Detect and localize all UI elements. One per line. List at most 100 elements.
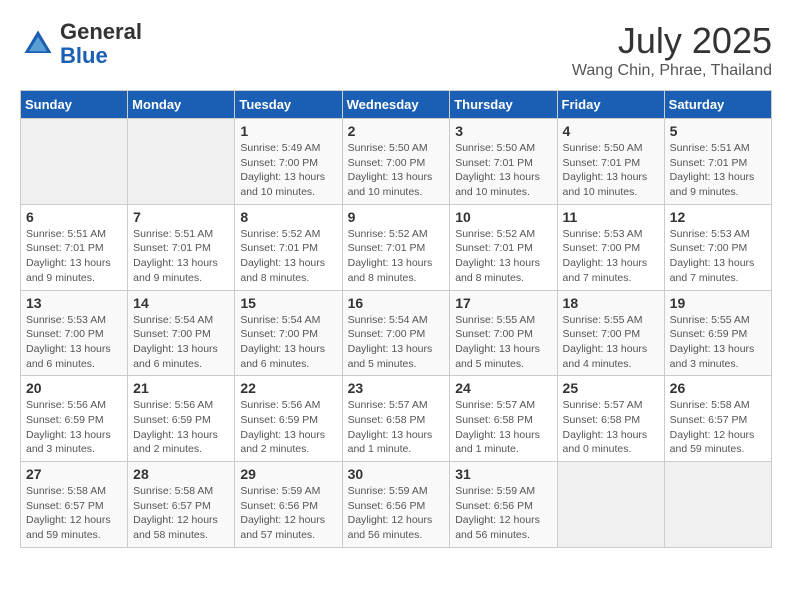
day-number: 29: [240, 466, 336, 482]
day-number: 27: [26, 466, 122, 482]
calendar-cell: 21Sunrise: 5:56 AM Sunset: 6:59 PM Dayli…: [128, 376, 235, 462]
location-title: Wang Chin, Phrae, Thailand: [572, 62, 772, 80]
day-info: Sunrise: 5:59 AM Sunset: 6:56 PM Dayligh…: [455, 484, 551, 543]
day-number: 26: [670, 380, 766, 396]
weekday-sunday: Sunday: [21, 91, 128, 119]
weekday-monday: Monday: [128, 91, 235, 119]
day-number: 15: [240, 295, 336, 311]
day-number: 1: [240, 123, 336, 139]
weekday-wednesday: Wednesday: [342, 91, 450, 119]
calendar-week-2: 6 Sunrise: 5:51 AM Sunset: 7:01 PM Daylig…: [21, 204, 772, 290]
day-info: Sunrise: 5:50 AM Sunset: 7:01 PM Dayligh…: [563, 141, 659, 200]
day-number: 14: [133, 295, 229, 311]
day-info: Sunrise: 5:53 AM Sunset: 7:00 PM Dayligh…: [563, 227, 659, 286]
calendar-cell: 26Sunrise: 5:58 AM Sunset: 6:57 PM Dayli…: [664, 376, 771, 462]
calendar-cell: 24 Sunrise: 5:57 AM Sunset: 6:58 PM Dayli…: [450, 376, 557, 462]
calendar-cell: 27Sunrise: 5:58 AM Sunset: 6:57 PM Dayli…: [21, 462, 128, 548]
day-info: Sunrise: 5:56 AM Sunset: 6:59 PM Dayligh…: [240, 398, 336, 457]
day-number: 11: [563, 209, 659, 225]
day-number: 31: [455, 466, 551, 482]
day-number: 25: [563, 380, 659, 396]
weekday-tuesday: Tuesday: [235, 91, 342, 119]
calendar-cell: 1 Sunrise: 5:49 AM Sunset: 7:00 PM Daylig…: [235, 119, 342, 205]
day-info: Sunrise: 5:56 AM Sunset: 6:59 PM Dayligh…: [26, 398, 122, 457]
day-info: Sunrise: 5:49 AM Sunset: 7:00 PM Dayligh…: [240, 141, 336, 200]
day-number: 2: [348, 123, 445, 139]
calendar-table: SundayMondayTuesdayWednesdayThursdayFrid…: [20, 90, 772, 548]
day-info: Sunrise: 5:58 AM Sunset: 6:57 PM Dayligh…: [133, 484, 229, 543]
calendar-cell: 4 Sunrise: 5:50 AM Sunset: 7:01 PM Daylig…: [557, 119, 664, 205]
day-info: Sunrise: 5:57 AM Sunset: 6:58 PM Dayligh…: [455, 398, 551, 457]
logo: General Blue: [20, 20, 142, 68]
weekday-thursday: Thursday: [450, 91, 557, 119]
day-info: Sunrise: 5:54 AM Sunset: 7:00 PM Dayligh…: [240, 313, 336, 372]
calendar-cell: [128, 119, 235, 205]
logo-blue: Blue: [60, 43, 108, 68]
day-info: Sunrise: 5:57 AM Sunset: 6:58 PM Dayligh…: [348, 398, 445, 457]
weekday-saturday: Saturday: [664, 91, 771, 119]
calendar-cell: 5 Sunrise: 5:51 AM Sunset: 7:01 PM Daylig…: [664, 119, 771, 205]
weekday-friday: Friday: [557, 91, 664, 119]
day-number: 7: [133, 209, 229, 225]
calendar-cell: 28 Sunrise: 5:58 AM Sunset: 6:57 PM Dayli…: [128, 462, 235, 548]
day-info: Sunrise: 5:55 AM Sunset: 7:00 PM Dayligh…: [455, 313, 551, 372]
day-number: 18: [563, 295, 659, 311]
calendar-cell: 9Sunrise: 5:52 AM Sunset: 7:01 PM Daylig…: [342, 204, 450, 290]
day-info: Sunrise: 5:50 AM Sunset: 7:00 PM Dayligh…: [348, 141, 445, 200]
day-number: 19: [670, 295, 766, 311]
calendar-week-1: 1 Sunrise: 5:49 AM Sunset: 7:00 PM Daylig…: [21, 119, 772, 205]
day-info: Sunrise: 5:52 AM Sunset: 7:01 PM Dayligh…: [348, 227, 445, 286]
weekday-header-row: SundayMondayTuesdayWednesdayThursdayFrid…: [21, 91, 772, 119]
day-info: Sunrise: 5:50 AM Sunset: 7:01 PM Dayligh…: [455, 141, 551, 200]
calendar-cell: 17 Sunrise: 5:55 AM Sunset: 7:00 PM Dayli…: [450, 290, 557, 376]
day-info: Sunrise: 5:59 AM Sunset: 6:56 PM Dayligh…: [348, 484, 445, 543]
calendar-cell: 19Sunrise: 5:55 AM Sunset: 6:59 PM Dayli…: [664, 290, 771, 376]
day-number: 12: [670, 209, 766, 225]
day-number: 13: [26, 295, 122, 311]
logo-icon: [20, 26, 56, 62]
day-number: 8: [240, 209, 336, 225]
day-info: Sunrise: 5:51 AM Sunset: 7:01 PM Dayligh…: [670, 141, 766, 200]
calendar-cell: 12 Sunrise: 5:53 AM Sunset: 7:00 PM Dayli…: [664, 204, 771, 290]
calendar-cell: 16 Sunrise: 5:54 AM Sunset: 7:00 PM Dayli…: [342, 290, 450, 376]
day-info: Sunrise: 5:59 AM Sunset: 6:56 PM Dayligh…: [240, 484, 336, 543]
calendar-cell: 18Sunrise: 5:55 AM Sunset: 7:00 PM Dayli…: [557, 290, 664, 376]
calendar-cell: 30 Sunrise: 5:59 AM Sunset: 6:56 PM Dayli…: [342, 462, 450, 548]
calendar-cell: [557, 462, 664, 548]
day-number: 30: [348, 466, 445, 482]
calendar-week-3: 13 Sunrise: 5:53 AM Sunset: 7:00 PM Dayli…: [21, 290, 772, 376]
calendar-cell: 2 Sunrise: 5:50 AM Sunset: 7:00 PM Daylig…: [342, 119, 450, 205]
day-number: 24: [455, 380, 551, 396]
day-info: Sunrise: 5:57 AM Sunset: 6:58 PM Dayligh…: [563, 398, 659, 457]
calendar-cell: 6Sunrise: 5:51 AM Sunset: 7:01 PM Daylig…: [21, 204, 128, 290]
day-number: 16: [348, 295, 445, 311]
calendar-cell: 29 Sunrise: 5:59 AM Sunset: 6:56 PM Dayli…: [235, 462, 342, 548]
calendar-week-4: 20Sunrise: 5:56 AM Sunset: 6:59 PM Dayli…: [21, 376, 772, 462]
day-number: 17: [455, 295, 551, 311]
calendar-cell: 31 Sunrise: 5:59 AM Sunset: 6:56 PM Dayli…: [450, 462, 557, 548]
calendar-cell: 3 Sunrise: 5:50 AM Sunset: 7:01 PM Daylig…: [450, 119, 557, 205]
calendar-cell: [664, 462, 771, 548]
calendar-cell: 10Sunrise: 5:52 AM Sunset: 7:01 PM Dayli…: [450, 204, 557, 290]
day-info: Sunrise: 5:51 AM Sunset: 7:01 PM Dayligh…: [133, 227, 229, 286]
calendar-cell: 8 Sunrise: 5:52 AM Sunset: 7:01 PM Daylig…: [235, 204, 342, 290]
logo-text: General Blue: [60, 20, 142, 68]
calendar-cell: 23Sunrise: 5:57 AM Sunset: 6:58 PM Dayli…: [342, 376, 450, 462]
day-number: 6: [26, 209, 122, 225]
day-info: Sunrise: 5:53 AM Sunset: 7:00 PM Dayligh…: [670, 227, 766, 286]
day-number: 3: [455, 123, 551, 139]
day-info: Sunrise: 5:53 AM Sunset: 7:00 PM Dayligh…: [26, 313, 122, 372]
calendar-cell: 13 Sunrise: 5:53 AM Sunset: 7:00 PM Dayli…: [21, 290, 128, 376]
day-number: 21: [133, 380, 229, 396]
day-info: Sunrise: 5:52 AM Sunset: 7:01 PM Dayligh…: [240, 227, 336, 286]
calendar-cell: [21, 119, 128, 205]
day-info: Sunrise: 5:54 AM Sunset: 7:00 PM Dayligh…: [348, 313, 445, 372]
calendar-cell: 15 Sunrise: 5:54 AM Sunset: 7:00 PM Dayli…: [235, 290, 342, 376]
day-number: 4: [563, 123, 659, 139]
day-number: 28: [133, 466, 229, 482]
calendar-cell: 25 Sunrise: 5:57 AM Sunset: 6:58 PM Dayli…: [557, 376, 664, 462]
logo-general: General: [60, 19, 142, 44]
calendar-week-5: 27 Sunrise: 5:58 AM Sunset: 6:57 PM Dayli…: [21, 462, 772, 548]
day-number: 5: [670, 123, 766, 139]
calendar-body: 1 Sunrise: 5:49 AM Sunset: 7:00 PM Daylig…: [21, 119, 772, 548]
